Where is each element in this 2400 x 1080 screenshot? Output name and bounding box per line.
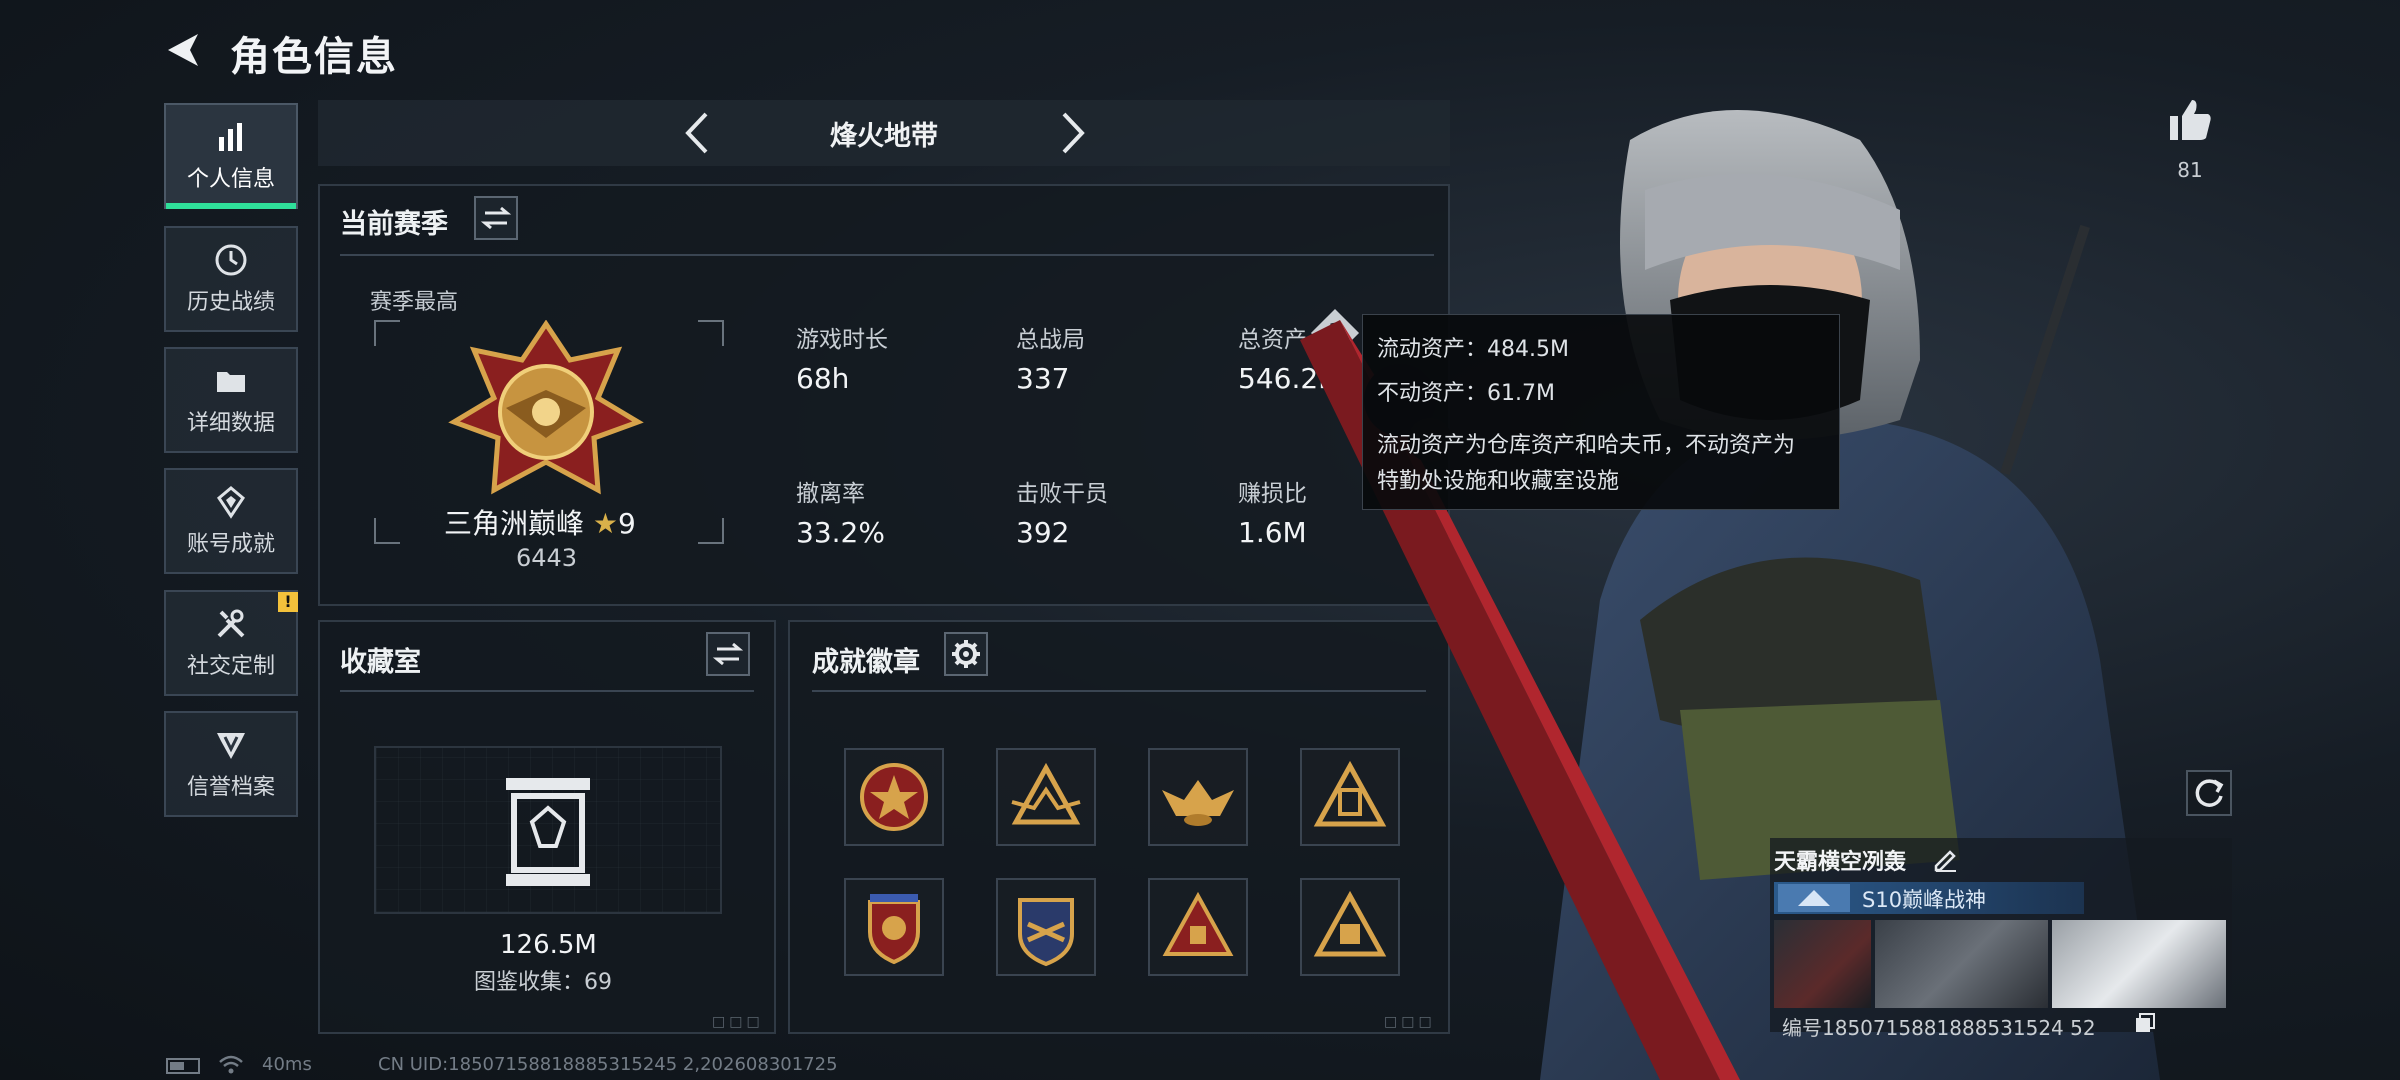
star-icon: ★ <box>592 507 619 540</box>
thumbs-up-icon[interactable] <box>2166 96 2214 144</box>
stat-label: 总资产 <box>1238 327 1307 353</box>
nav-detailed-data[interactable]: 详细数据 <box>164 347 298 453</box>
crest-badge-icon <box>1018 898 1074 967</box>
folder-icon <box>217 372 245 392</box>
stat-value: 33.2% <box>796 516 885 549</box>
tooltip-description: 特勤处设施和收藏室设施 <box>1377 469 1620 494</box>
achievements-title: 成就徽章 <box>812 647 920 678</box>
tooltip-liquid-assets: 流动资产：484.5M <box>1377 337 1569 362</box>
rank-emblem-icon <box>448 320 644 495</box>
stat-value: 337 <box>1016 362 1070 395</box>
card-image <box>1874 920 2049 1008</box>
season-best-label: 赛季最高 <box>370 290 459 315</box>
stat-label: 赚损比 <box>1238 481 1307 507</box>
shield-star-badge-icon <box>868 894 920 965</box>
gear-icon <box>952 640 980 668</box>
rank-name-row: 三角洲巅峰 ★9 <box>444 502 636 542</box>
wifi-icon <box>219 1055 243 1074</box>
nav-label: 社交定制 <box>186 654 275 679</box>
stat-label: 总战局 <box>1016 327 1085 353</box>
player-id: 编号1850715881888531524 52 <box>1782 1016 2096 1040</box>
back-arrow-icon <box>168 34 198 66</box>
card-image <box>2052 920 2226 1008</box>
season-switch-button[interactable] <box>474 196 518 240</box>
battery-icon <box>166 1058 200 1074</box>
nav-reputation-file[interactable]: 信誉档案 <box>164 711 298 817</box>
collection-value: 126.5M <box>500 930 597 960</box>
nav-label: 账号成就 <box>186 532 275 557</box>
back-button[interactable] <box>160 28 204 72</box>
battery-level <box>170 1062 184 1070</box>
collection-switch-button[interactable] <box>706 632 750 676</box>
stat-label: 撤离率 <box>796 481 865 507</box>
achievement-badge[interactable] <box>1148 748 1248 846</box>
clock-icon <box>215 244 247 276</box>
tooltip-description: 流动资产为仓库资产和哈夫币，不动资产为 <box>1377 433 1796 458</box>
stat-value: 68h <box>796 362 850 395</box>
card-image <box>1774 920 1871 1008</box>
card-subtitle: S10巅峰战神 <box>1862 888 1987 912</box>
edit-pencil-icon[interactable] <box>1932 846 1958 872</box>
alert-badge: ! <box>278 592 298 612</box>
frame-corner <box>698 518 724 544</box>
rank-star-level: 9 <box>618 507 636 540</box>
assets-tooltip: 流动资产：484.5M 不动资产：61.7M 流动资产为仓库资产和哈夫币，不动资… <box>1362 314 1840 510</box>
divider <box>340 690 754 692</box>
rotate-view-button[interactable] <box>2186 770 2232 816</box>
uid-line: CN UID:18507158818885315245 2,2026083017… <box>378 1054 838 1075</box>
swap-icon <box>480 206 512 230</box>
stat-value: 1.6M <box>1238 516 1307 549</box>
tools-icon <box>217 609 245 638</box>
copy-icon[interactable] <box>2134 1012 2156 1034</box>
frame-corner <box>374 518 400 544</box>
nav-label: 详细数据 <box>186 411 275 436</box>
frame-corner <box>698 320 724 346</box>
achievement-icon <box>217 486 245 519</box>
achievement-badge[interactable] <box>844 748 944 846</box>
refresh-icon <box>2195 779 2224 807</box>
season-title: 当前赛季 <box>340 209 448 240</box>
nav-label: 历史战绩 <box>186 290 275 315</box>
nav-history[interactable]: 历史战绩 <box>164 226 298 332</box>
achievement-badge[interactable] <box>996 878 1096 976</box>
card-image-strip <box>1774 920 2226 1008</box>
rank-name: 三角洲巅峰 <box>444 507 585 540</box>
divider <box>340 254 1434 256</box>
shield-icon <box>217 733 245 759</box>
stat-value: 392 <box>1016 516 1070 549</box>
nav-label: 信誉档案 <box>186 775 275 800</box>
nav-account-achievements[interactable]: 账号成就 <box>164 468 298 574</box>
mode-label: 烽火地带 <box>830 121 938 152</box>
rank-points: 6443 <box>516 544 578 572</box>
page-title: 角色信息 <box>230 34 398 80</box>
display-case-icon <box>506 778 590 886</box>
chevron-right-icon[interactable] <box>1046 108 1096 158</box>
card-name: 天霸横空冽轰 <box>1774 850 1907 875</box>
winged-badge-icon <box>1011 762 1081 825</box>
card-title-emblem-icon <box>1778 884 1850 912</box>
collection-title: 收藏室 <box>340 647 421 678</box>
chevron-left-icon[interactable] <box>674 108 724 158</box>
stat-label: 击败干员 <box>1016 481 1108 507</box>
achievement-badge[interactable] <box>1148 878 1248 976</box>
frame-corner <box>374 320 400 346</box>
achievements-settings-button[interactable] <box>944 632 988 676</box>
star-badge-icon <box>860 763 928 831</box>
stat-label: 游戏时长 <box>796 327 888 353</box>
tooltip-fixed-assets: 不动资产：61.7M <box>1377 381 1555 406</box>
bar-chart-icon <box>219 123 242 151</box>
like-count: 81 <box>2177 158 2203 182</box>
collection-count: 图鉴收集：69 <box>474 970 612 995</box>
achievement-badge[interactable] <box>996 748 1096 846</box>
nav-personal-info[interactable]: 个人信息 <box>164 103 298 209</box>
latency: 40ms <box>262 1054 312 1075</box>
nav-label: 个人信息 <box>186 167 275 192</box>
pyramid-badge-icon <box>1162 891 1234 956</box>
panel-corner-marks: □□□ <box>712 1014 764 1030</box>
eagle-badge-icon <box>1162 780 1234 826</box>
achievement-badge[interactable] <box>844 878 944 976</box>
swap-icon <box>712 642 744 666</box>
